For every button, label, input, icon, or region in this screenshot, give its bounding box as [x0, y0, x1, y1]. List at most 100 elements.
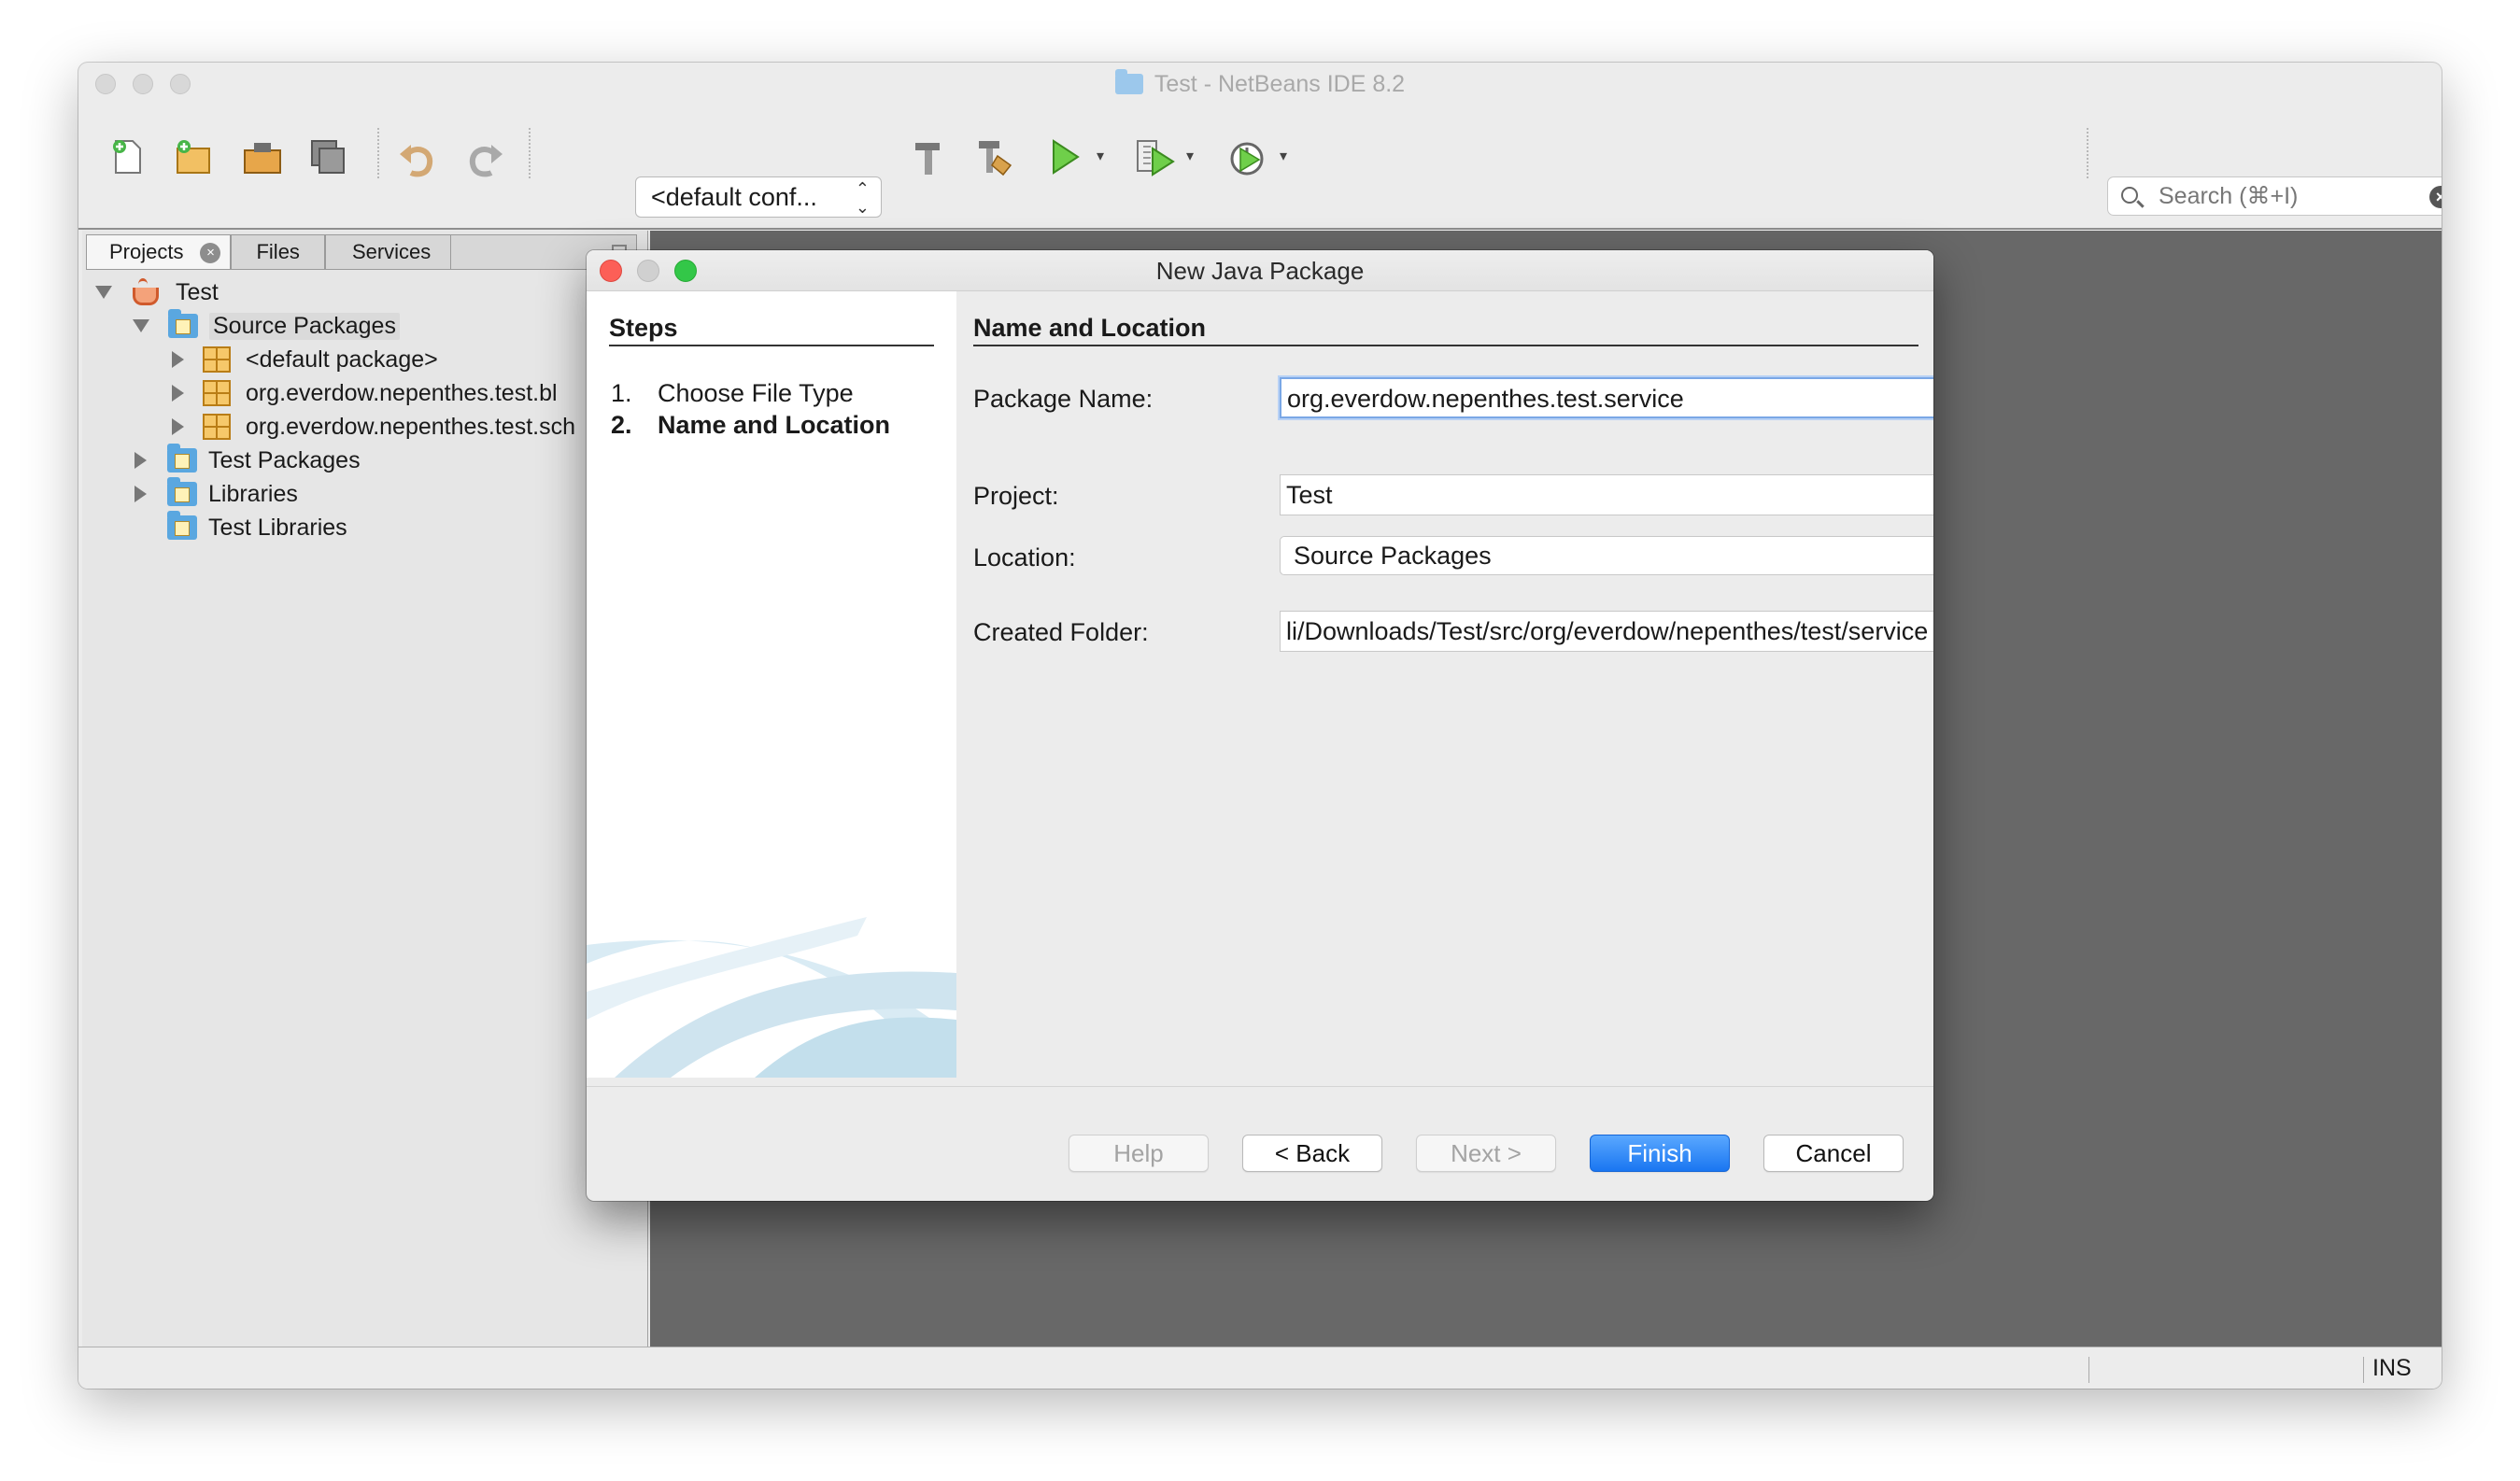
package-icon — [203, 346, 231, 373]
profile-icon[interactable] — [1225, 135, 1268, 178]
toolbar-separator — [377, 128, 379, 178]
build-hammer-icon[interactable] — [908, 135, 951, 178]
panel-tabs: Projects × Files Services — [86, 234, 459, 270]
step-label: Name and Location — [658, 411, 891, 439]
created-folder-field: li/Downloads/Test/src/org/everdow/nepent… — [1280, 611, 1933, 652]
save-all-icon[interactable] — [306, 135, 349, 178]
package-icon — [203, 380, 231, 406]
package-name-input[interactable]: org.everdow.nepenthes.test.service — [1280, 377, 1933, 418]
new-java-package-dialog: New Java Package Steps 1. Choose File Typ… — [587, 250, 1933, 1201]
profile-dropdown-arrow-icon[interactable]: ▾ — [1280, 147, 1287, 165]
tree-node-libraries[interactable]: Libraries — [134, 477, 298, 511]
expand-toggle-icon[interactable] — [133, 319, 149, 332]
new-project-icon[interactable] — [172, 135, 215, 178]
toolbar-separator — [2087, 128, 2088, 178]
steps-heading: Steps — [609, 314, 934, 346]
tab-files-label: Files — [256, 240, 300, 263]
insert-mode-indicator: INS — [2372, 1355, 2412, 1381]
minimize-window-button[interactable] — [133, 74, 153, 94]
project-label: Project: — [973, 482, 1059, 510]
open-project-icon[interactable] — [241, 135, 284, 178]
tree-node-source-packages[interactable]: Source Packages — [133, 309, 400, 343]
projects-panel: Projects × Files Services Test Source Pa… — [82, 231, 648, 1347]
collapse-toggle-icon[interactable] — [134, 452, 147, 469]
clear-search-icon[interactable]: × — [2429, 186, 2442, 208]
collapse-toggle-icon[interactable] — [172, 351, 184, 368]
tree-node-label: Test Libraries — [208, 514, 347, 541]
help-button[interactable]: Help — [1069, 1135, 1209, 1172]
search-icon — [2121, 187, 2138, 204]
tab-services-label: Services — [351, 240, 432, 263]
folder-icon — [1114, 69, 1143, 94]
configuration-combo[interactable]: <default conf... ⌃ ⌄ — [635, 176, 882, 218]
title-bar: Test - NetBeans IDE 8.2 — [78, 63, 2442, 106]
library-icon — [167, 511, 197, 540]
close-dialog-button[interactable] — [600, 260, 622, 282]
tree-node-label: org.everdow.nepenthes.test.bl — [246, 379, 558, 406]
tree-node-test-libraries[interactable]: Test Libraries — [167, 511, 347, 544]
back-button[interactable]: < Back — [1242, 1135, 1382, 1172]
dialog-title-bar: New Java Package — [587, 250, 1933, 291]
tree-node-package[interactable]: org.everdow.nepenthes.test.bl — [172, 376, 558, 410]
source-folder-icon — [168, 309, 198, 338]
clean-build-icon[interactable] — [973, 135, 1016, 178]
tree-node-package[interactable]: <default package> — [172, 343, 438, 376]
window-title-text: Test - NetBeans IDE 8.2 — [1154, 70, 1406, 97]
dialog-title: New Java Package — [1155, 257, 1365, 285]
package-icon — [203, 414, 231, 440]
configuration-combo-label: <default conf... — [651, 183, 817, 211]
run-dropdown-arrow-icon[interactable]: ▾ — [1097, 147, 1104, 165]
close-window-button[interactable] — [95, 74, 116, 94]
step-label: Choose File Type — [658, 379, 854, 407]
run-icon[interactable] — [1044, 135, 1087, 178]
step-number: 2. — [611, 411, 632, 439]
package-name-label: Package Name: — [973, 385, 1154, 413]
debug-dropdown-arrow-icon[interactable]: ▾ — [1186, 147, 1194, 165]
toolbar-divider — [78, 228, 2442, 230]
status-separator — [2363, 1357, 2364, 1383]
finish-button[interactable]: Finish — [1590, 1135, 1730, 1172]
tree-node-label: org.everdow.nepenthes.test.sch — [246, 413, 576, 440]
tab-projects-label: Projects — [109, 240, 184, 263]
step-item: 1. Choose File Type — [611, 379, 854, 408]
section-heading: Name and Location — [973, 314, 1918, 346]
tab-services[interactable]: Services — [324, 234, 459, 270]
search-placeholder: Search (⌘+I) — [2159, 183, 2299, 209]
expand-toggle-icon[interactable] — [95, 286, 112, 299]
collapse-toggle-icon[interactable] — [172, 418, 184, 435]
minimize-dialog-button — [637, 260, 659, 282]
project-field: Test — [1280, 474, 1933, 515]
close-tab-icon[interactable]: × — [200, 243, 221, 263]
debug-icon[interactable] — [1134, 135, 1177, 178]
step-number: 1. — [611, 379, 632, 407]
redo-icon[interactable] — [463, 135, 506, 178]
search-input[interactable]: Search (⌘+I) × — [2107, 176, 2442, 216]
library-icon — [167, 477, 197, 506]
tab-projects[interactable]: Projects × — [86, 234, 232, 270]
location-select[interactable]: Source Packages ⌃⌄ — [1280, 536, 1933, 575]
collapse-toggle-icon[interactable] — [134, 486, 147, 502]
toolbar-separator — [529, 128, 531, 178]
created-folder-label: Created Folder: — [973, 618, 1149, 646]
tree-node-label: Source Packages — [209, 312, 400, 340]
tree-node-label: <default package> — [246, 346, 438, 373]
zoom-dialog-button[interactable] — [674, 260, 697, 282]
tree-node-package[interactable]: org.everdow.nepenthes.test.sch — [172, 410, 575, 444]
new-file-icon[interactable] — [106, 135, 149, 178]
tab-files[interactable]: Files — [231, 234, 325, 270]
tree-node-label: Test — [176, 278, 219, 305]
zoom-window-button[interactable] — [170, 74, 191, 94]
location-label: Location: — [973, 543, 1076, 571]
tree-node-test-packages[interactable]: Test Packages — [134, 444, 361, 477]
cancel-button[interactable]: Cancel — [1763, 1135, 1904, 1172]
status-bar: INS — [78, 1347, 2442, 1389]
undo-icon[interactable] — [396, 135, 439, 178]
updown-chevron-icon: ⌃ ⌄ — [855, 179, 870, 217]
window-controls — [95, 74, 191, 94]
name-location-pane: Name and Location Package Name: org.ever… — [956, 291, 1933, 1078]
source-folder-icon — [167, 444, 197, 473]
tree-node-project[interactable]: Test — [95, 275, 219, 309]
collapse-toggle-icon[interactable] — [172, 385, 184, 402]
next-button[interactable]: Next > — [1416, 1135, 1556, 1172]
status-separator — [2088, 1357, 2089, 1383]
